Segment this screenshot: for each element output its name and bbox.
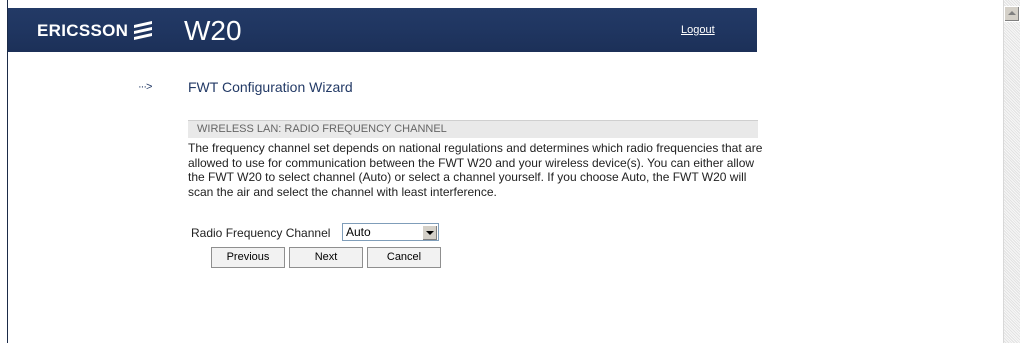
cancel-button[interactable]: Cancel [367,247,441,268]
channel-select-value: Auto [346,225,371,239]
page: ERICSSON W20 Logout ···> FWT Configurati… [0,0,1020,343]
channel-label: Radio Frequency Channel [191,226,331,240]
channel-select[interactable]: Auto [342,223,439,241]
description-text: The frequency channel set depends on nat… [188,141,763,199]
section-header: WIRELESS LAN: RADIO FREQUENCY CHANNEL [188,120,758,138]
brand-name: ERICSSON [37,21,129,40]
vertical-scrollbar[interactable] [1003,0,1020,343]
scroll-up-arrow-icon[interactable] [1004,6,1020,22]
page-title: FWT Configuration Wizard [188,79,353,95]
chevron-down-icon[interactable] [422,225,437,240]
dotted-arrow-icon: ···> [138,81,152,93]
product-name: W20 [184,15,242,46]
header-bar: ERICSSON W20 Logout [8,8,757,52]
section-title: WIRELESS LAN: RADIO FREQUENCY CHANNEL [197,123,447,135]
next-button[interactable]: Next [289,247,363,268]
logout-link[interactable]: Logout [681,24,715,36]
previous-button[interactable]: Previous [211,247,285,268]
ericsson-logo-icon [134,21,152,40]
